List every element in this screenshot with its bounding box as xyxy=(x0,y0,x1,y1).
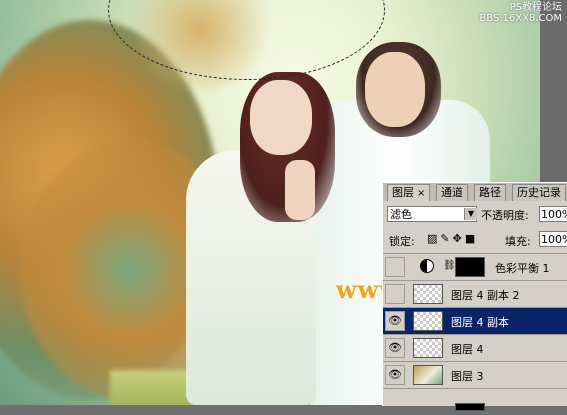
tab-paths[interactable]: 路径 xyxy=(474,184,506,201)
visibility-toggle[interactable] xyxy=(385,257,405,277)
layers-panel: 图层× 通道 路径 历史记录 滤色 ▼ 不透明度: 100% 锁定: ▨✎✥■ … xyxy=(382,182,567,411)
layer-name: 图层 3 xyxy=(451,370,484,383)
fill-label: 填充: xyxy=(505,235,531,248)
lock-position-icon[interactable]: ✥ xyxy=(453,232,465,245)
layer-thumbnail xyxy=(413,311,443,331)
panel-tabs: 图层 × 通道 路径 历史记录 xyxy=(383,183,567,201)
man-head xyxy=(365,52,425,127)
layer-thumbnail xyxy=(413,365,443,385)
layer-row-layer4-copy[interactable]: 👁 图层 4 副本 xyxy=(383,307,567,334)
layer-thumbnail xyxy=(413,338,443,358)
lock-row: 锁定: ▨✎✥■ 填充: 100% xyxy=(387,231,567,249)
lock-label: 锁定: xyxy=(389,235,415,248)
blend-mode-select[interactable]: 滤色 ▼ xyxy=(387,206,477,222)
link-icon: ⛓ xyxy=(443,260,456,271)
tab-history-label: 历史记录 xyxy=(517,186,561,199)
eye-icon[interactable]: 👁 xyxy=(385,365,405,385)
layer-row-color-balance[interactable]: ⛓ 色彩平衡 1 xyxy=(383,253,567,280)
fill-input[interactable]: 100% xyxy=(539,231,567,247)
tab-channels-label: 通道 xyxy=(441,186,463,199)
layer-name: 图层 4 xyxy=(451,343,484,356)
layer-row-layer3[interactable]: 👁 图层 3 xyxy=(383,361,567,388)
layer-row-layer4-copy2[interactable]: 图层 4 副本 2 xyxy=(383,280,567,307)
layer-name: 色彩平衡 1 xyxy=(495,262,550,275)
lock-icons: ▨✎✥■ xyxy=(427,232,478,245)
partial-thumbnail xyxy=(455,403,485,411)
opacity-label: 不透明度: xyxy=(481,209,529,222)
layer-row-layer4[interactable]: 👁 图层 4 xyxy=(383,334,567,361)
visibility-toggle[interactable] xyxy=(385,284,405,304)
tab-history[interactable]: 历史记录 xyxy=(512,184,566,201)
tab-layers[interactable]: 图层 × xyxy=(387,184,431,201)
tab-layers-label: 图层 xyxy=(392,186,414,199)
layer-thumbnail xyxy=(413,284,443,304)
layer-mask-thumbnail[interactable] xyxy=(455,257,485,277)
layer-row-partial[interactable] xyxy=(383,388,567,415)
layer-name: 图层 4 副本 2 xyxy=(451,289,520,302)
eye-icon[interactable]: 👁 xyxy=(385,311,405,331)
watermark-top-line2: BBS.16XX8.COM xyxy=(479,13,562,24)
adjustment-layer-icon xyxy=(420,259,434,273)
lock-all-icon[interactable]: ■ xyxy=(465,232,478,245)
close-icon[interactable]: × xyxy=(417,188,425,199)
watermark-top-line1: PS教程论坛 xyxy=(509,2,562,13)
dropdown-arrow-icon[interactable]: ▼ xyxy=(464,208,477,220)
watermark-top: PS教程论坛 BBS.16XX8.COM xyxy=(462,2,562,24)
lock-transparency-icon[interactable]: ▨ xyxy=(427,232,440,245)
eye-icon[interactable]: 👁 xyxy=(385,338,405,358)
tab-channels[interactable]: 通道 xyxy=(436,184,468,201)
lock-image-icon[interactable]: ✎ xyxy=(440,232,452,245)
blend-mode-value: 滤色 xyxy=(390,208,412,221)
tab-paths-label: 路径 xyxy=(479,186,501,199)
opacity-input[interactable]: 100% xyxy=(539,206,567,222)
woman-head xyxy=(250,80,312,155)
layer-name: 图层 4 副本 xyxy=(451,316,509,329)
woman-arm xyxy=(285,160,315,220)
